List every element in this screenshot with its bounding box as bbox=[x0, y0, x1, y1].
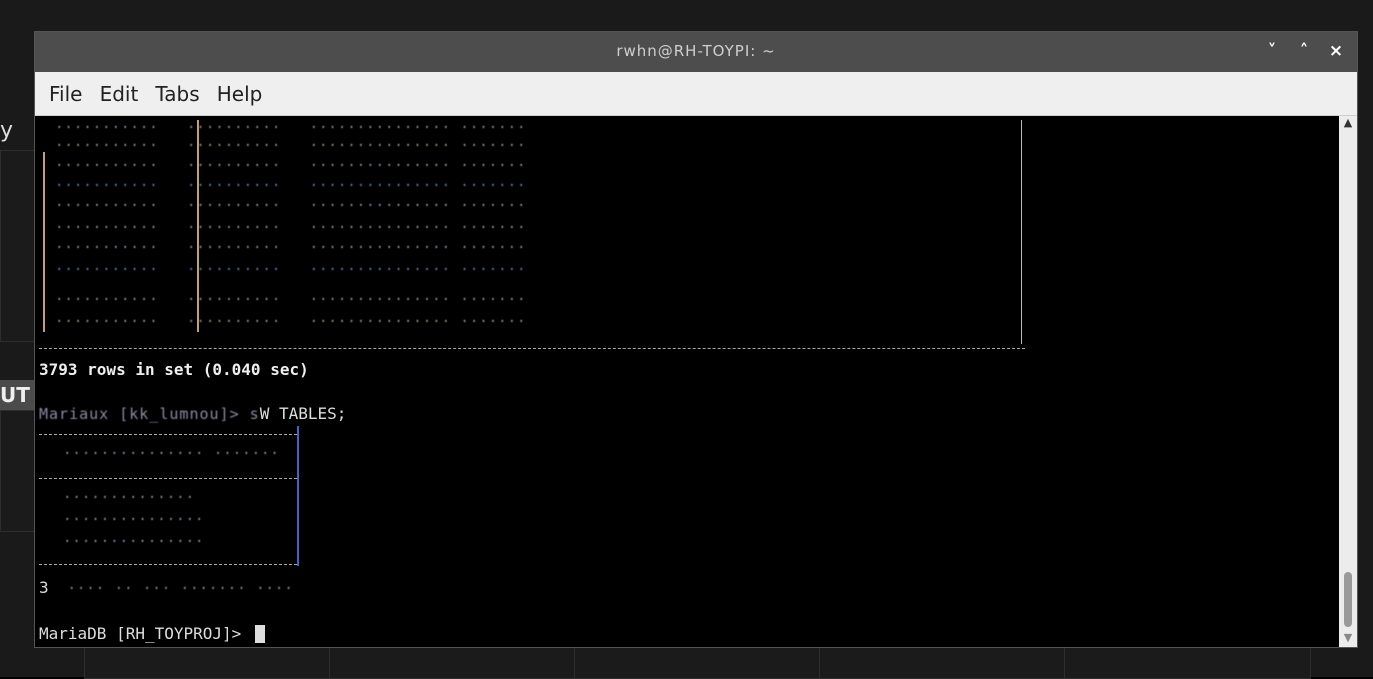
obscured-row: ··········· ·········· ··············· ·… bbox=[55, 138, 527, 154]
text-cursor bbox=[254, 625, 265, 643]
prompt-line[interactable]: MariaDB [RH_TOYPROJ]> bbox=[39, 624, 265, 643]
result-summary: 3793 rows in set (0.040 sec) bbox=[39, 360, 309, 379]
obscured-row: ··············· bbox=[63, 512, 205, 528]
scroll-up-arrow-icon[interactable]: ▲ bbox=[1339, 116, 1357, 132]
background-text: y bbox=[0, 118, 14, 143]
scroll-down-arrow-icon[interactable]: ▼ bbox=[1339, 631, 1357, 647]
obscured-row: ··········· ·········· ··············· ·… bbox=[55, 314, 527, 330]
obscured-row: ·············· bbox=[63, 490, 196, 506]
table-border bbox=[297, 426, 299, 566]
maximize-button[interactable]: ˄ bbox=[1293, 40, 1315, 62]
table-border bbox=[43, 152, 45, 332]
terminal-output[interactable]: ··········· ·········· ··············· ·… bbox=[35, 116, 1339, 647]
window-title: rwhn@RH-TOYPI: ~ bbox=[616, 42, 776, 60]
obscured-row: ··········· ·········· ··············· ·… bbox=[55, 158, 527, 174]
desktop-panel bbox=[84, 645, 331, 679]
obscured-row: ··········· ·········· ··············· ·… bbox=[55, 262, 527, 278]
obscured-header: ··············· ······· bbox=[63, 446, 280, 462]
desktop-panel bbox=[574, 645, 821, 679]
table-separator bbox=[39, 478, 297, 479]
terminal-window[interactable]: rwhn@RH-TOYPI: ~ ˅ ˄ × File Edit Tabs He… bbox=[34, 31, 1358, 648]
desktop-panel bbox=[1064, 645, 1311, 679]
obscured-row: ··········· ·········· ··············· ·… bbox=[55, 240, 527, 256]
obscured-row: ··········· ·········· ··············· ·… bbox=[55, 120, 527, 136]
obscured-row: ··········· ·········· ··············· ·… bbox=[55, 198, 527, 214]
obscured-row: ··········· ·········· ··············· ·… bbox=[55, 292, 527, 308]
table-separator bbox=[39, 348, 1025, 349]
table-border bbox=[1021, 120, 1022, 344]
prompt-text: MariaDB [RH_TOYPROJ]> bbox=[39, 624, 251, 643]
close-button[interactable]: × bbox=[1325, 40, 1347, 62]
command-line: Mariaux [kk_lumnou]> sW TABLES; bbox=[39, 404, 347, 423]
command-fragment: W TABLES; bbox=[259, 404, 347, 423]
desktop-panel bbox=[819, 645, 1066, 679]
table-separator bbox=[39, 434, 297, 435]
obscured-row: ··········· ·········· ··············· ·… bbox=[55, 178, 527, 194]
menu-bar: File Edit Tabs Help bbox=[35, 72, 1357, 116]
background-label: UT bbox=[0, 380, 36, 410]
menu-tabs[interactable]: Tabs bbox=[149, 82, 205, 106]
result-summary-2: 3 ···· ·· ··· ······· ···· bbox=[39, 578, 294, 597]
menu-edit[interactable]: Edit bbox=[94, 82, 145, 106]
table-separator bbox=[39, 564, 297, 565]
scroll-thumb[interactable] bbox=[1344, 572, 1352, 627]
minimize-button[interactable]: ˅ bbox=[1261, 40, 1283, 62]
menu-file[interactable]: File bbox=[43, 82, 88, 106]
menu-help[interactable]: Help bbox=[211, 82, 269, 106]
vertical-scrollbar[interactable]: ▲ ▼ bbox=[1339, 116, 1357, 647]
obscured-row: ··········· ·········· ··············· ·… bbox=[55, 220, 527, 236]
desktop-panel bbox=[329, 645, 576, 679]
title-bar[interactable]: rwhn@RH-TOYPI: ~ ˅ ˄ × bbox=[35, 32, 1357, 72]
obscured-row: ··············· bbox=[63, 534, 205, 550]
